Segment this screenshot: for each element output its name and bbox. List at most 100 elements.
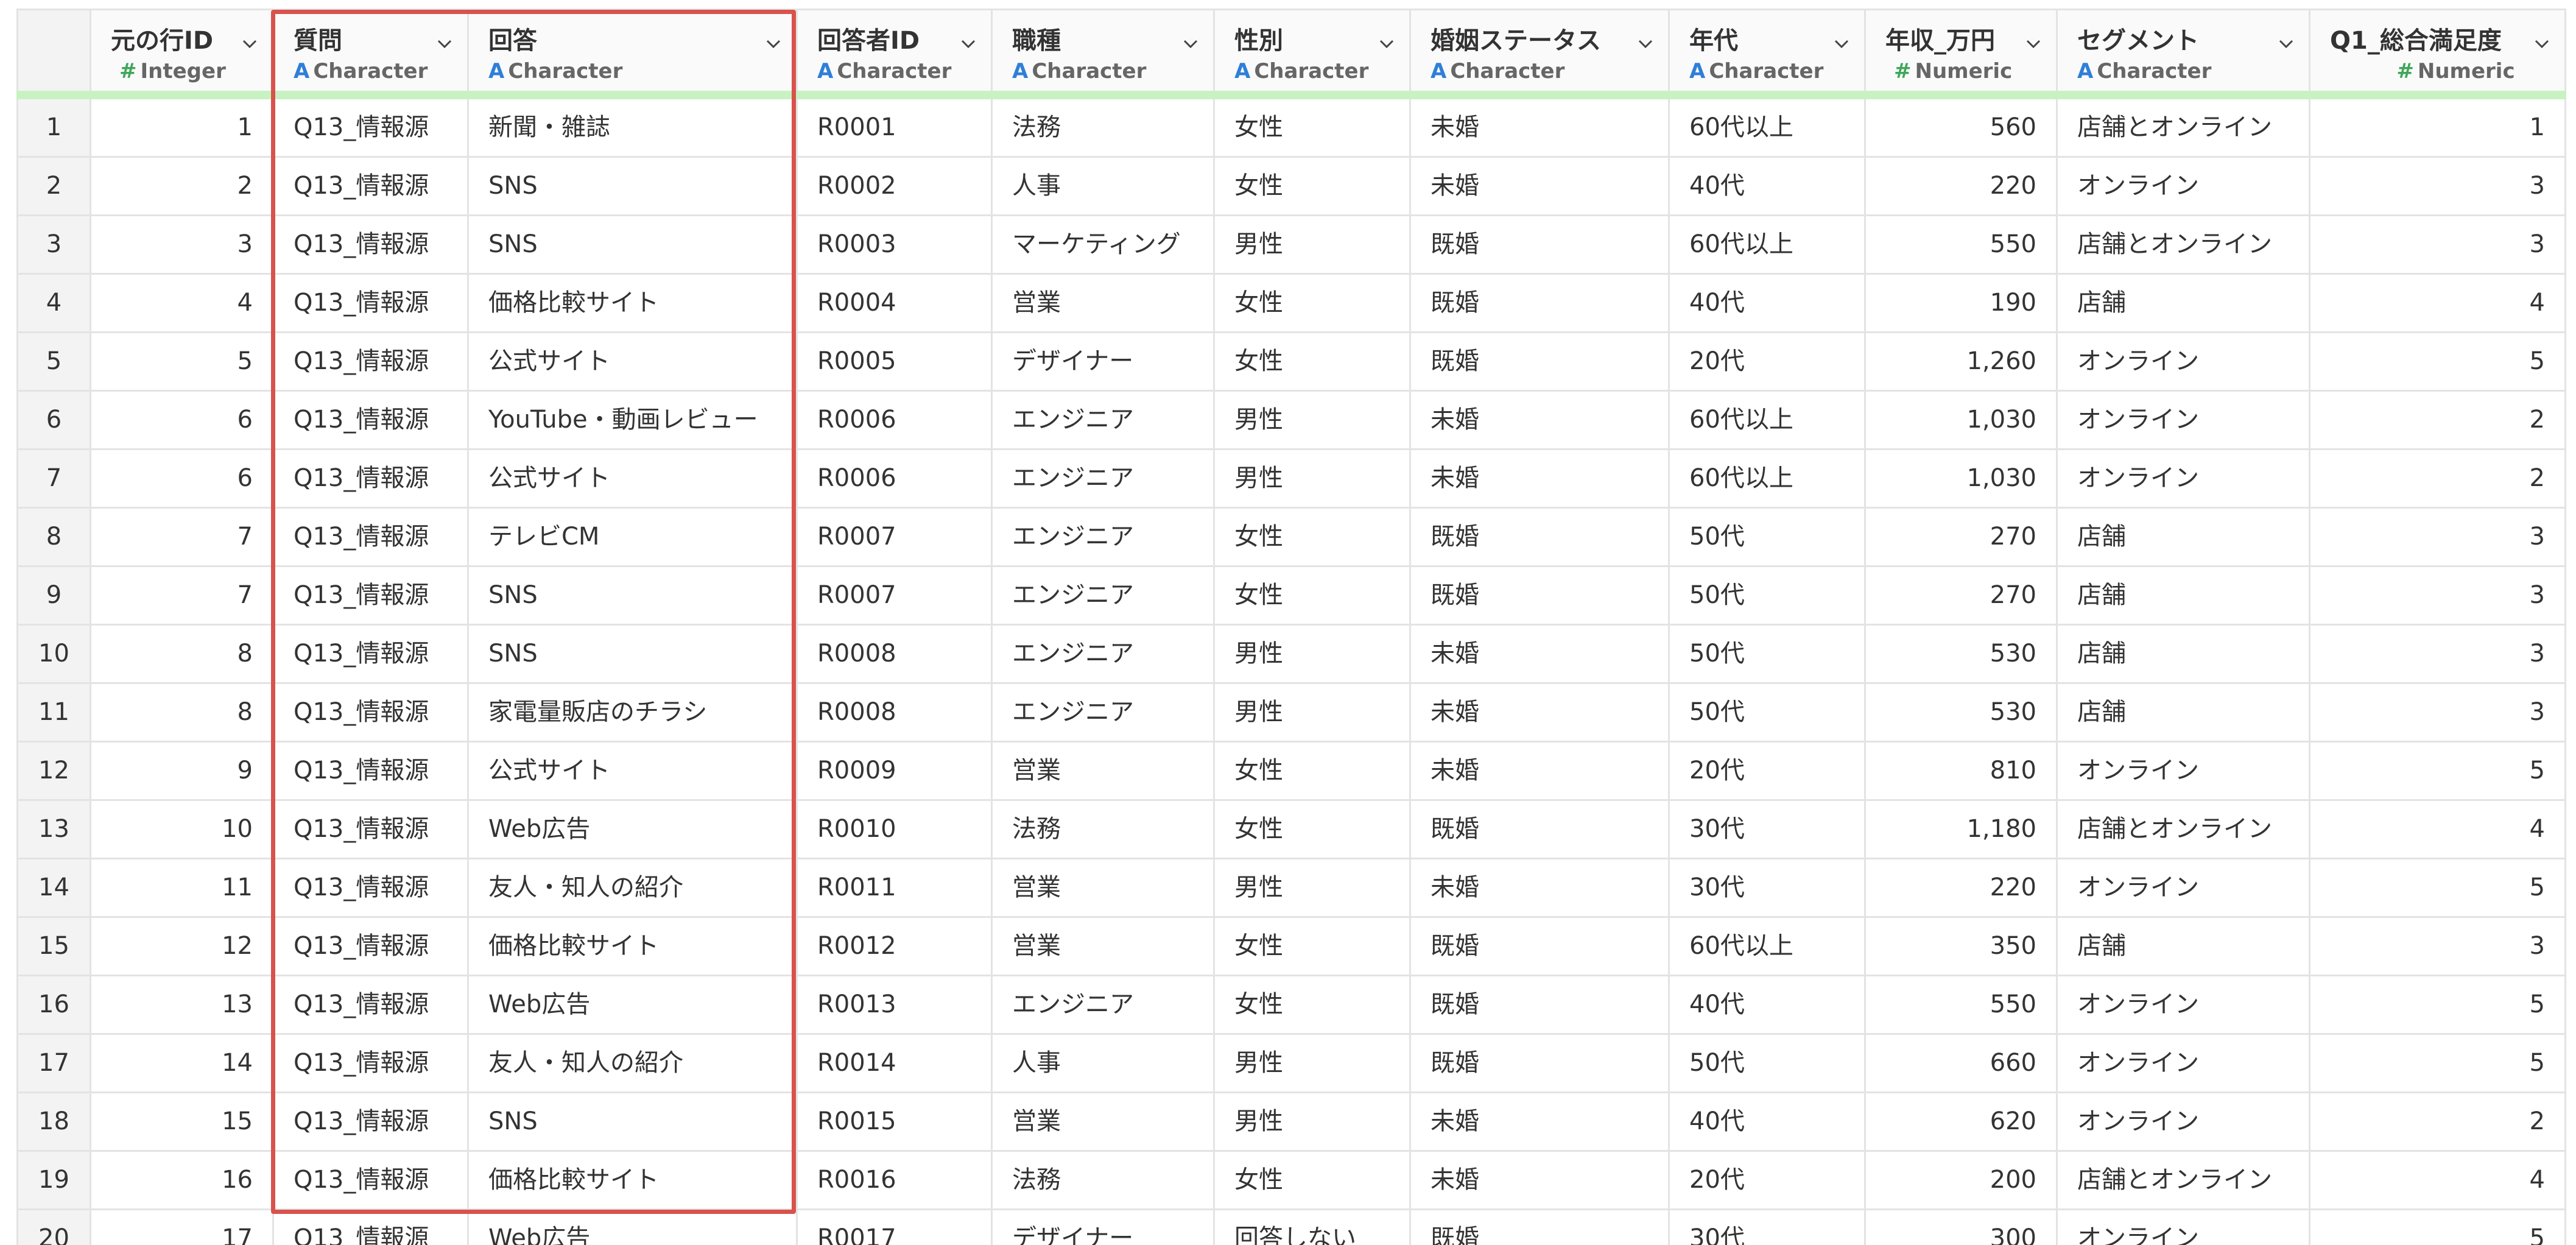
table-row[interactable]: 3 3 Q13_情報源 SNS R0003 マーケティング 男性 既婚 60代以上 550 店舗とオ… xyxy=(16,214,2566,275)
age-group-cell[interactable]: 20代 xyxy=(1668,1149,1866,1210)
annual-income-cell[interactable]: 220 xyxy=(1864,857,2058,918)
marital-status-cell[interactable]: 未婚 xyxy=(1409,155,1670,216)
age-group-cell[interactable]: 60代以上 xyxy=(1668,94,1866,158)
original-row-id-cell[interactable]: 15 xyxy=(90,1091,274,1152)
marital-status-cell[interactable]: 既婚 xyxy=(1409,1208,1670,1245)
respondent-id-cell[interactable]: R0006 xyxy=(796,389,993,450)
q1-satisfaction-cell[interactable]: 2 xyxy=(2309,448,2566,509)
table-row[interactable]: 1 1 Q13_情報源 新聞・雑誌 R0001 法務 女性 未婚 60代以上 560 店舗とオンライ… xyxy=(16,94,2566,158)
age-group-cell[interactable]: 30代 xyxy=(1668,799,1866,859)
occupation-cell[interactable]: エンジニア xyxy=(991,448,1215,509)
occupation-cell[interactable]: 営業 xyxy=(991,740,1215,801)
q1-satisfaction-cell[interactable]: 5 xyxy=(2309,974,2566,1035)
annual-income-cell[interactable]: 190 xyxy=(1864,272,2058,333)
respondent-id-cell[interactable]: R0012 xyxy=(796,915,993,976)
occupation-cell[interactable]: 人事 xyxy=(991,155,1215,216)
respondent-id-cell[interactable]: R0006 xyxy=(796,448,993,509)
occupation-cell[interactable]: 法務 xyxy=(991,799,1215,859)
segment-cell[interactable]: オンライン xyxy=(2056,740,2310,801)
original-row-id-cell[interactable]: 13 xyxy=(90,974,274,1035)
table-row[interactable]: 2 2 Q13_情報源 SNS R0002 人事 女性 未婚 40代 220 オンライン 3 xyxy=(16,155,2566,216)
gender-cell[interactable]: 男性 xyxy=(1213,389,1411,450)
answer-cell[interactable]: 価格比較サイト xyxy=(467,272,798,333)
q1-satisfaction-cell[interactable]: 3 xyxy=(2309,155,2566,216)
table-row[interactable]: 14 11 Q13_情報源 友人・知人の紹介 R0011 営業 男性 未婚 30代 220 オンライ… xyxy=(16,857,2566,918)
question-cell[interactable]: Q13_情報源 xyxy=(272,331,469,392)
age-group-cell[interactable]: 30代 xyxy=(1668,1208,1866,1245)
table-row[interactable]: 20 17 Q13_情報源 Web広告 R0017 デザイナー 回答しない 既婚 30代 300 オ… xyxy=(16,1208,2566,1245)
marital-status-cell[interactable]: 未婚 xyxy=(1409,1149,1670,1210)
table-row[interactable]: 6 6 Q13_情報源 YouTube・動画レビュー R0006 エンジニア 男性 未婚 60代… xyxy=(16,389,2566,450)
original-row-id-cell[interactable]: 6 xyxy=(90,389,274,450)
segment-cell[interactable]: オンライン xyxy=(2056,857,2310,918)
q1-satisfaction-cell[interactable]: 5 xyxy=(2309,331,2566,392)
respondent-id-cell[interactable]: R0011 xyxy=(796,857,993,918)
gender-cell[interactable]: 女性 xyxy=(1213,331,1411,392)
respondent-id-cell[interactable]: R0014 xyxy=(796,1032,993,1093)
segment-cell[interactable]: 店舗 xyxy=(2056,915,2310,976)
marital-status-cell[interactable]: 既婚 xyxy=(1409,214,1670,275)
annual-income-cell[interactable]: 1,030 xyxy=(1864,389,2058,450)
chevron-down-icon[interactable] xyxy=(435,35,454,53)
answer-cell[interactable]: 新聞・雑誌 xyxy=(467,94,798,158)
marital-status-cell[interactable]: 未婚 xyxy=(1409,740,1670,801)
chevron-down-icon[interactable] xyxy=(1378,35,1396,53)
question-cell[interactable]: Q13_情報源 xyxy=(272,272,469,333)
occupation-cell[interactable]: 人事 xyxy=(991,1032,1215,1093)
q1-satisfaction-cell[interactable]: 3 xyxy=(2309,682,2566,742)
annual-income-cell[interactable]: 350 xyxy=(1864,915,2058,976)
marital-status-cell[interactable]: 未婚 xyxy=(1409,94,1670,158)
column-header-segment[interactable]: セグメント A Character xyxy=(2056,9,2310,99)
respondent-id-cell[interactable]: R0013 xyxy=(796,974,993,1035)
column-header-question[interactable]: 質問 A Character xyxy=(272,9,469,99)
age-group-cell[interactable]: 50代 xyxy=(1668,506,1866,567)
answer-cell[interactable]: YouTube・動画レビュー xyxy=(467,389,798,450)
respondent-id-cell[interactable]: R0004 xyxy=(796,272,993,333)
annual-income-cell[interactable]: 530 xyxy=(1864,623,2058,684)
original-row-id-cell[interactable]: 16 xyxy=(90,1149,274,1210)
original-row-id-cell[interactable]: 4 xyxy=(90,272,274,333)
annual-income-cell[interactable]: 220 xyxy=(1864,155,2058,216)
question-cell[interactable]: Q13_情報源 xyxy=(272,1208,469,1245)
question-cell[interactable]: Q13_情報源 xyxy=(272,740,469,801)
column-header-age-group[interactable]: 年代 A Character xyxy=(1668,9,1866,99)
q1-satisfaction-cell[interactable]: 5 xyxy=(2309,1032,2566,1093)
table-row[interactable]: 8 7 Q13_情報源 テレビCM R0007 エンジニア 女性 既婚 50代 270 店舗 3 xyxy=(16,506,2566,567)
respondent-id-cell[interactable]: R0008 xyxy=(796,623,993,684)
marital-status-cell[interactable]: 既婚 xyxy=(1409,974,1670,1035)
q1-satisfaction-cell[interactable]: 3 xyxy=(2309,565,2566,626)
marital-status-cell[interactable]: 未婚 xyxy=(1409,682,1670,742)
annual-income-cell[interactable]: 550 xyxy=(1864,214,2058,275)
q1-satisfaction-cell[interactable]: 3 xyxy=(2309,506,2566,567)
marital-status-cell[interactable]: 未婚 xyxy=(1409,857,1670,918)
original-row-id-cell[interactable]: 10 xyxy=(90,799,274,859)
chevron-down-icon[interactable] xyxy=(241,35,259,53)
original-row-id-cell[interactable]: 9 xyxy=(90,740,274,801)
q1-satisfaction-cell[interactable]: 3 xyxy=(2309,214,2566,275)
age-group-cell[interactable]: 30代 xyxy=(1668,857,1866,918)
gender-cell[interactable]: 女性 xyxy=(1213,94,1411,158)
age-group-cell[interactable]: 60代以上 xyxy=(1668,389,1866,450)
table-row[interactable]: 9 7 Q13_情報源 SNS R0007 エンジニア 女性 既婚 50代 270 店舗 3 xyxy=(16,565,2566,626)
q1-satisfaction-cell[interactable]: 2 xyxy=(2309,1091,2566,1152)
column-header-respondent-id[interactable]: 回答者ID A Character xyxy=(796,9,993,99)
q1-satisfaction-cell[interactable]: 1 xyxy=(2309,94,2566,158)
question-cell[interactable]: Q13_情報源 xyxy=(272,799,469,859)
answer-cell[interactable]: Web広告 xyxy=(467,799,798,859)
q1-satisfaction-cell[interactable]: 4 xyxy=(2309,272,2566,333)
chevron-down-icon[interactable] xyxy=(959,35,977,53)
respondent-id-cell[interactable]: R0008 xyxy=(796,682,993,742)
age-group-cell[interactable]: 60代以上 xyxy=(1668,915,1866,976)
marital-status-cell[interactable]: 未婚 xyxy=(1409,389,1670,450)
q1-satisfaction-cell[interactable]: 5 xyxy=(2309,857,2566,918)
occupation-cell[interactable]: エンジニア xyxy=(991,974,1215,1035)
segment-cell[interactable]: オンライン xyxy=(2056,389,2310,450)
q1-satisfaction-cell[interactable]: 2 xyxy=(2309,389,2566,450)
gender-cell[interactable]: 男性 xyxy=(1213,214,1411,275)
answer-cell[interactable]: 公式サイト xyxy=(467,448,798,509)
occupation-cell[interactable]: デザイナー xyxy=(991,331,1215,392)
gender-cell[interactable]: 男性 xyxy=(1213,623,1411,684)
table-row[interactable]: 16 13 Q13_情報源 Web広告 R0013 エンジニア 女性 既婚 40代 550 オンライ… xyxy=(16,974,2566,1035)
gender-cell[interactable]: 女性 xyxy=(1213,1149,1411,1210)
annual-income-cell[interactable]: 530 xyxy=(1864,682,2058,742)
